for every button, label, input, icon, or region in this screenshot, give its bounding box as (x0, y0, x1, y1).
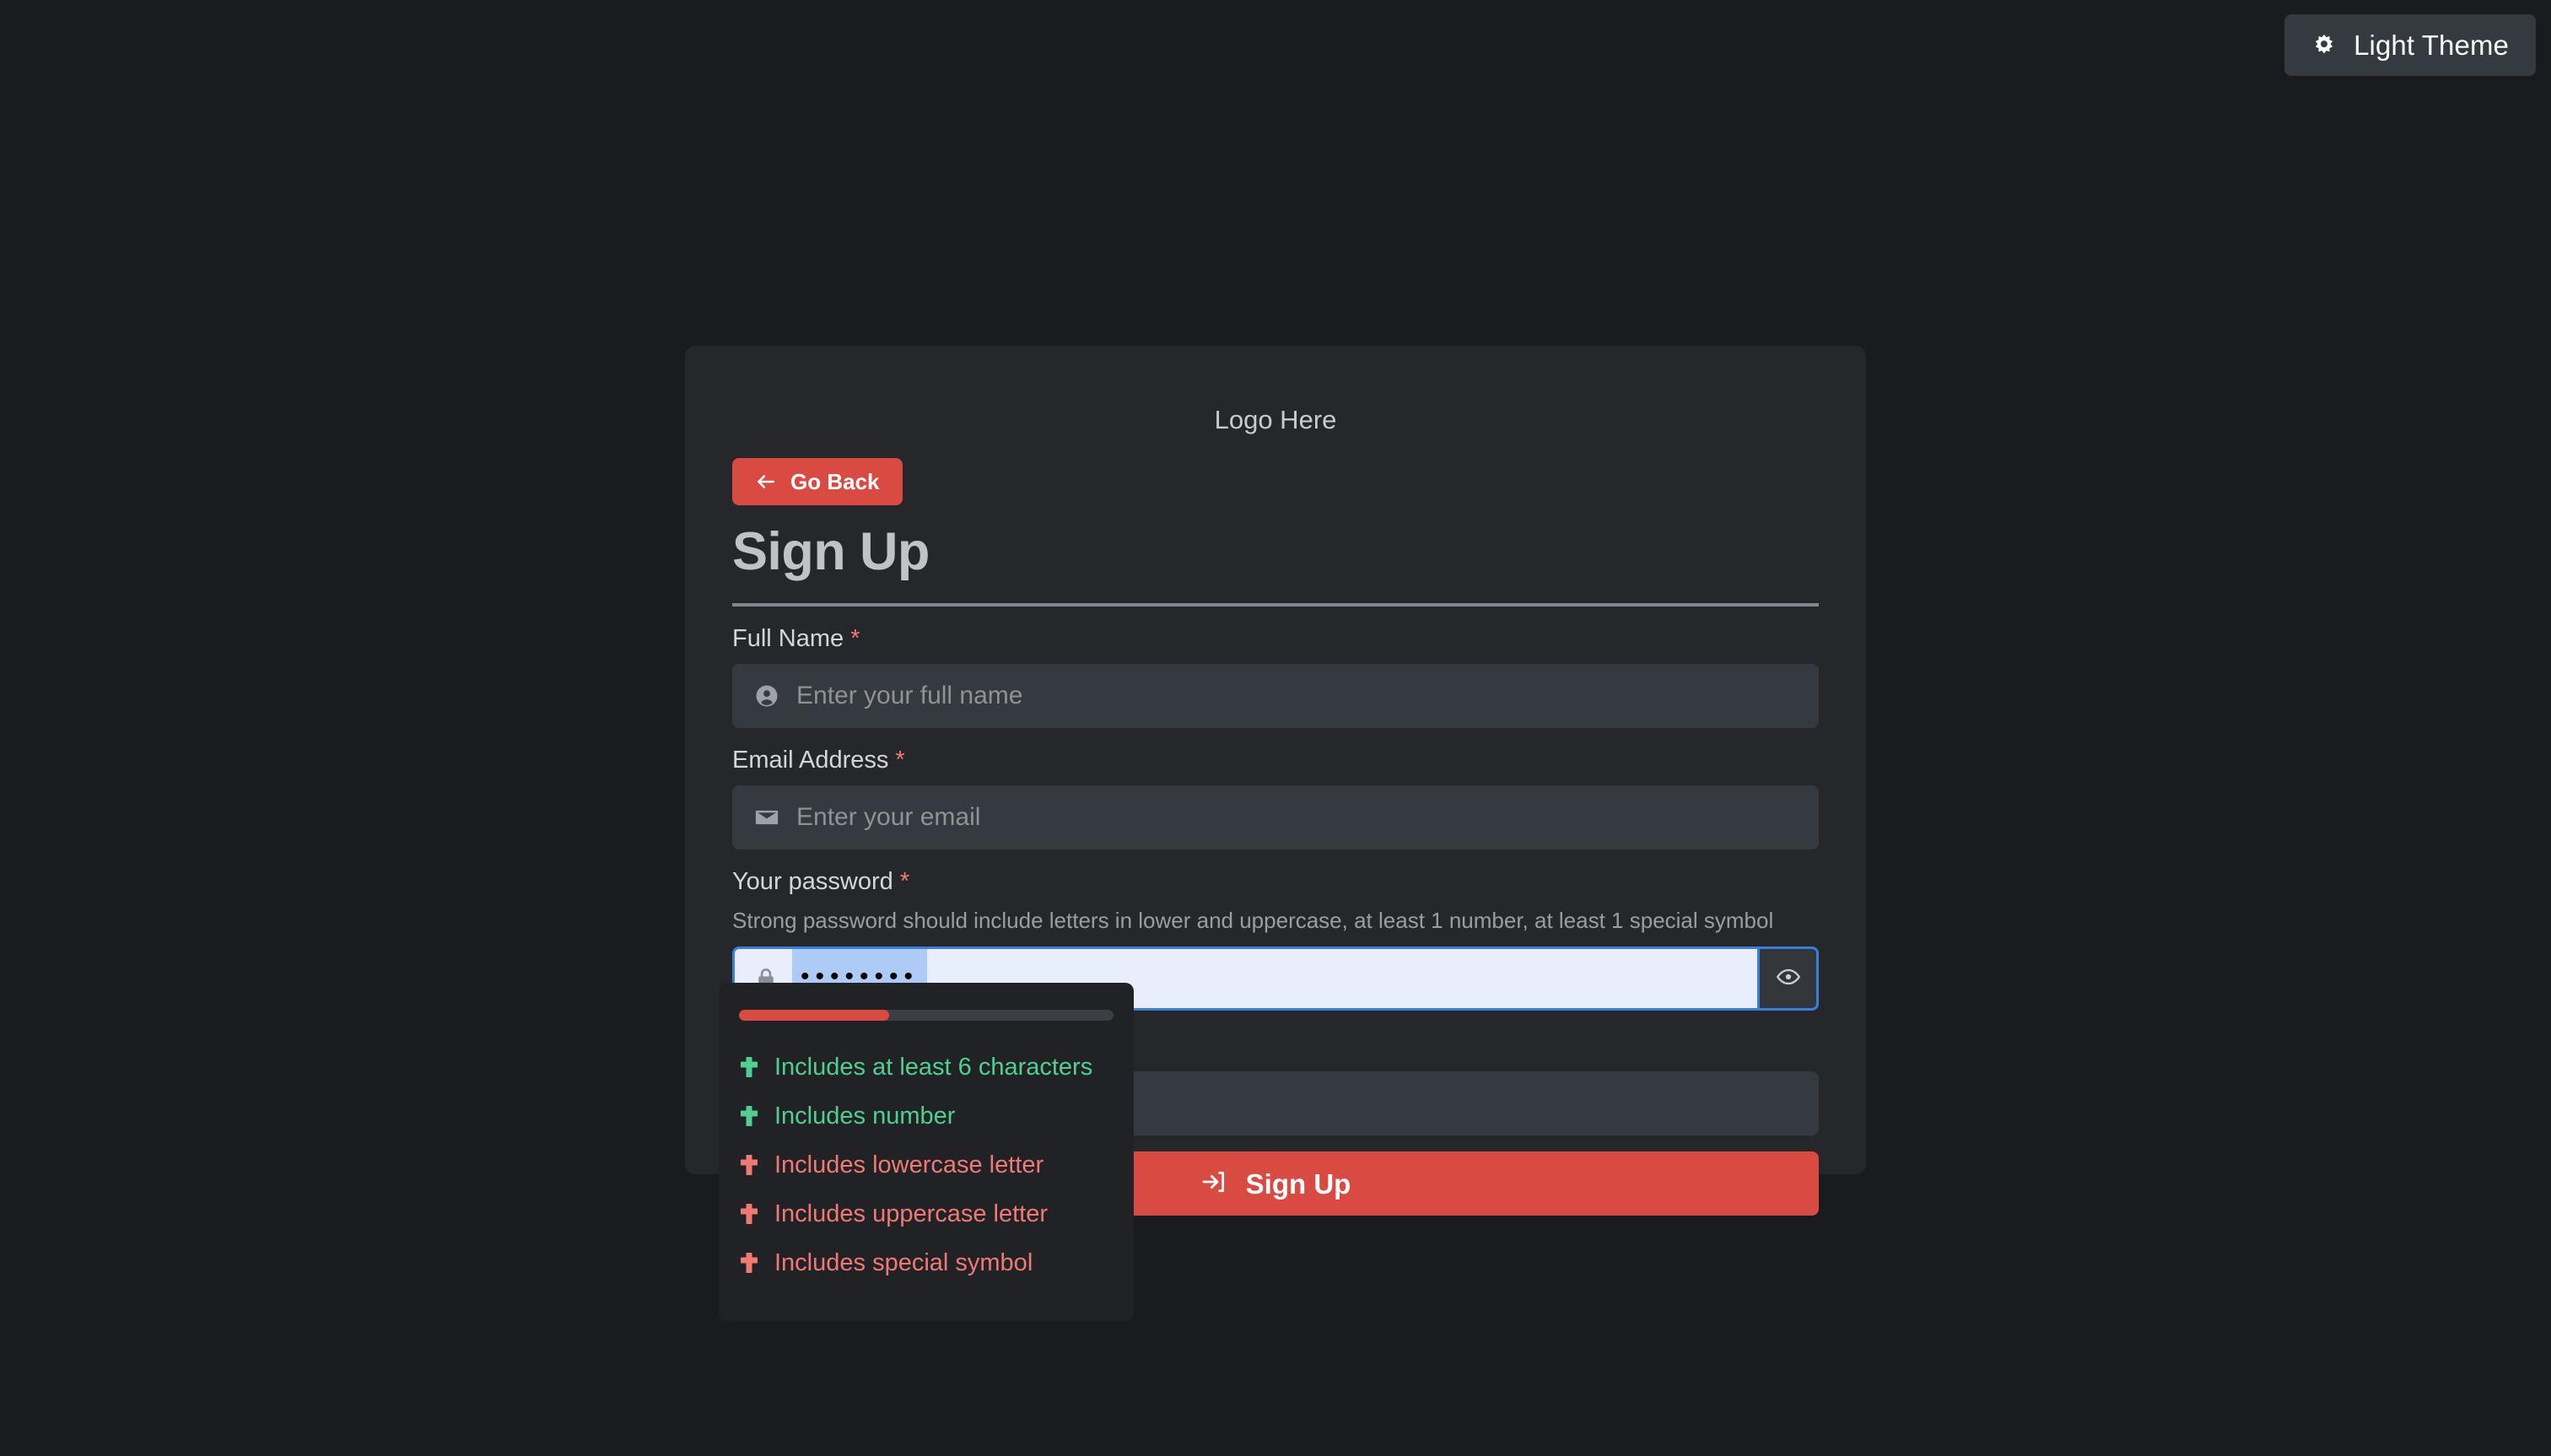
plus-icon (739, 1105, 759, 1127)
email-label: Email Address * (732, 748, 1819, 773)
password-label: Your password * (732, 870, 1819, 894)
go-back-label: Go Back (790, 469, 880, 494)
password-requirement-item: Includes lowercase letter (719, 1141, 1134, 1189)
sign-in-icon (1200, 1168, 1227, 1200)
email-field-group: Email Address * (732, 748, 1819, 850)
password-requirement-label: Includes special symbol (774, 1248, 1033, 1276)
password-requirement-item: Includes number (719, 1092, 1134, 1141)
password-label-text: Your password (732, 868, 893, 896)
sun-icon (2311, 33, 2337, 58)
password-hint: Strong password should include letters i… (732, 908, 1774, 934)
password-requirement-label: Includes at least 6 characters (774, 1053, 1093, 1081)
full-name-label: Full Name * (732, 627, 1819, 651)
full-name-required-marker: * (850, 625, 860, 653)
go-back-button[interactable]: Go Back (732, 458, 903, 505)
password-requirement-label: Includes number (774, 1102, 956, 1130)
user-circle-icon (754, 683, 779, 709)
plus-icon (739, 1203, 759, 1225)
full-name-label-text: Full Name (732, 625, 844, 653)
password-visibility-toggle-button[interactable] (1760, 946, 1819, 1011)
envelope-icon (754, 805, 779, 830)
full-name-input-wrapper[interactable] (732, 664, 1819, 729)
password-requirement-label: Includes uppercase letter (774, 1200, 1049, 1227)
password-requirement-item: Includes at least 6 characters (719, 1043, 1134, 1092)
header-divider (732, 603, 1819, 607)
password-requirements-popover: Includes at least 6 characters Includes n… (719, 983, 1134, 1321)
email-required-marker: * (895, 747, 905, 774)
password-requirement-item: Includes special symbol (719, 1238, 1134, 1287)
plus-icon (739, 1252, 759, 1274)
light-theme-toggle-label: Light Theme (2354, 30, 2509, 61)
plus-icon (739, 1154, 759, 1176)
arrow-left-icon (755, 471, 777, 493)
plus-icon (739, 1056, 759, 1078)
page-title: Sign Up (732, 522, 930, 581)
password-requirement-label: Includes lowercase letter (774, 1151, 1044, 1178)
eye-icon (1776, 964, 1801, 994)
full-name-input[interactable] (796, 664, 1819, 729)
logo-text: Logo Here (1214, 405, 1337, 434)
password-requirements-list: Includes at least 6 characters Includes n… (719, 1043, 1134, 1287)
email-input[interactable] (796, 785, 1819, 850)
sign-up-submit-label: Sign Up (1245, 1167, 1351, 1200)
password-requirement-item: Includes uppercase letter (719, 1189, 1134, 1238)
password-required-marker: * (899, 868, 910, 896)
password-strength-track (739, 1010, 1114, 1021)
page-root: Light Theme Logo Here Go Back Sign Up Fu (0, 0, 2551, 1456)
full-name-field-group: Full Name * (732, 627, 1819, 729)
email-input-wrapper[interactable] (732, 785, 1819, 850)
password-strength-fill (739, 1010, 889, 1021)
email-label-text: Email Address (732, 747, 889, 774)
light-theme-toggle-button[interactable]: Light Theme (2284, 14, 2536, 76)
